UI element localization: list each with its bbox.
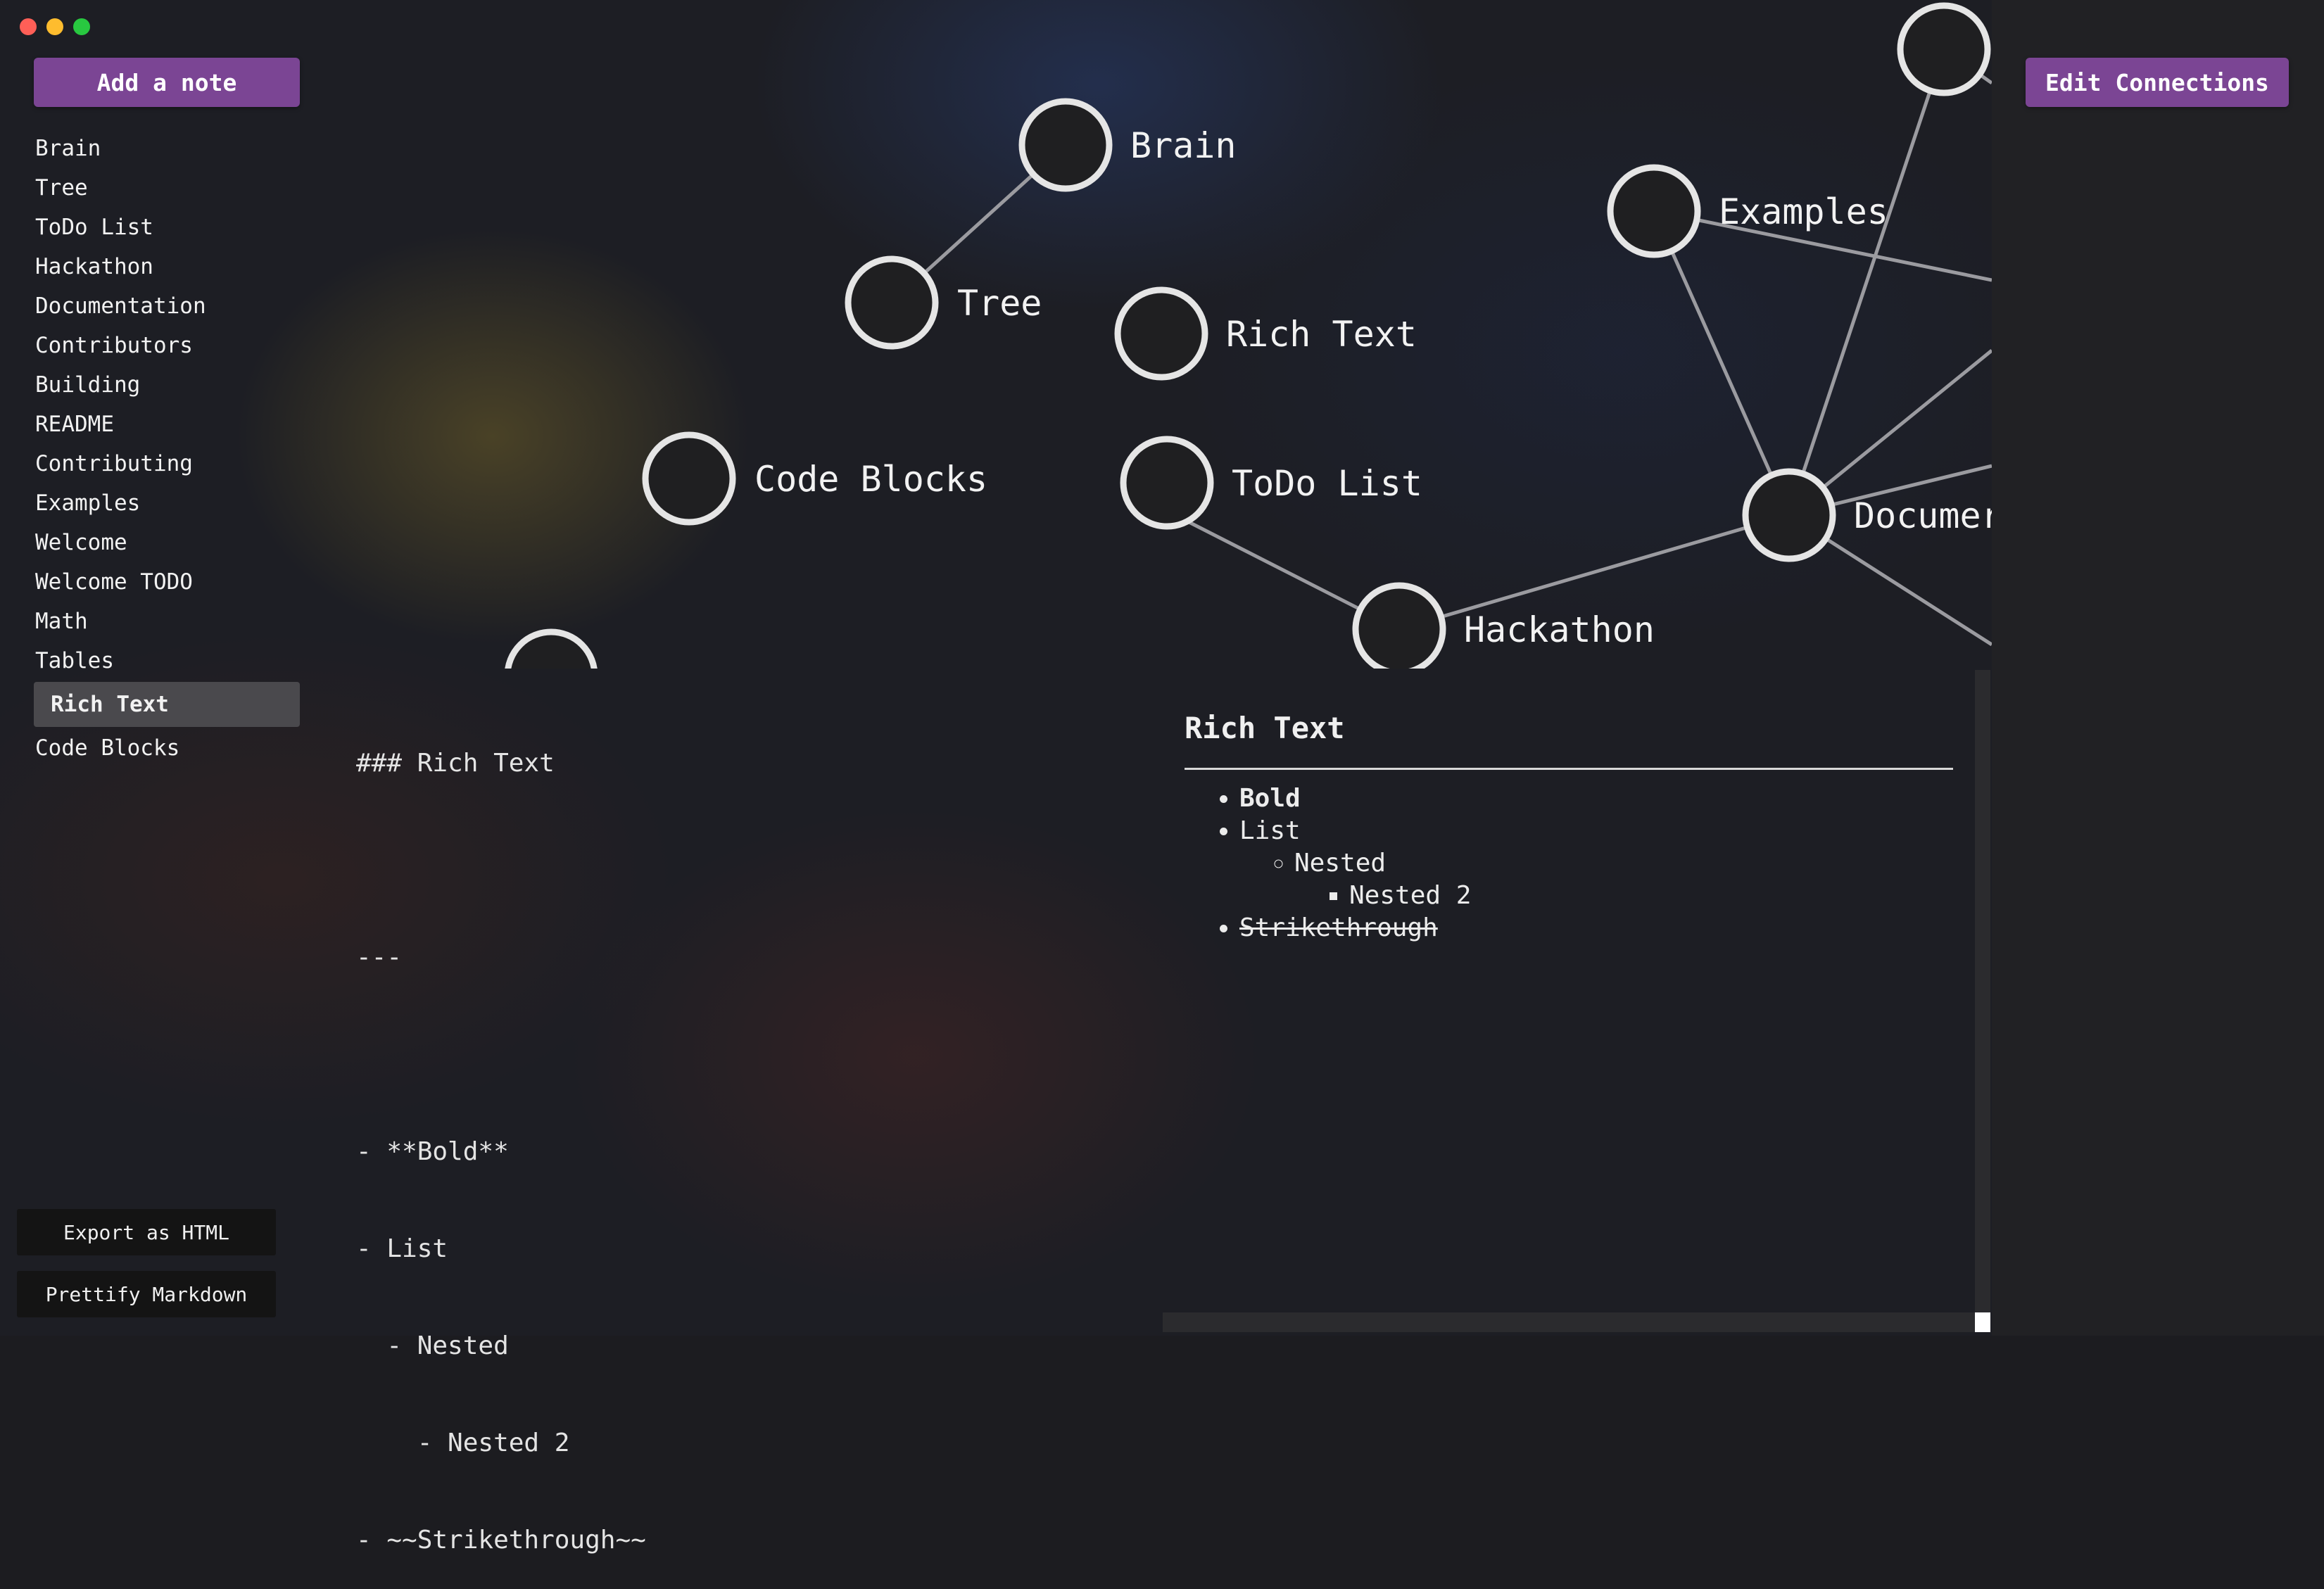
preview-item-nested-2: Nested 2 <box>1349 880 1953 912</box>
graph-label-brain: Brain <box>1130 125 1237 166</box>
graph-node-hackathon[interactable] <box>1352 582 1446 669</box>
preview-nested2-text: Nested 2 <box>1349 881 1472 910</box>
note-list: Brain Tree ToDo List Hackathon Documenta… <box>34 129 300 768</box>
sidebar-item-welcome[interactable]: Welcome <box>34 523 300 562</box>
add-note-button[interactable]: Add a note <box>34 58 300 107</box>
graph-node-rich-text[interactable] <box>1114 286 1208 381</box>
preview-item-list: List Nested Nested 2 <box>1239 815 1953 912</box>
graph-node-documentation[interactable] <box>1742 468 1836 562</box>
markdown-preview: Rich Text Bold List Nested Nested 2 Stri… <box>1185 711 1953 944</box>
preview-nested-text: Nested <box>1294 849 1387 878</box>
right-panel-background <box>1992 0 2324 1336</box>
sidebar-item-readme[interactable]: README <box>34 405 300 444</box>
sidebar-item-math[interactable]: Math <box>34 602 300 641</box>
editor-line: - Nested <box>356 1331 509 1360</box>
sidebar-item-code-blocks[interactable]: Code Blocks <box>34 728 300 768</box>
graph-label-examples: Examples <box>1719 191 1888 232</box>
editor-line: ### Rich Text <box>356 749 555 778</box>
preview-nested-list: Nested Nested 2 <box>1239 847 1953 912</box>
graph-node-code-blocks[interactable] <box>642 431 736 526</box>
preview-bold-text: Bold <box>1239 784 1301 813</box>
minimize-window-button[interactable] <box>46 18 63 35</box>
preview-strike-text: Strikethrough <box>1239 913 1438 942</box>
export-html-button[interactable]: Export as HTML <box>17 1209 276 1255</box>
edge-top-documentation <box>1787 49 1946 516</box>
sidebar-item-contributing[interactable]: Contributing <box>34 444 300 483</box>
prettify-markdown-button[interactable]: Prettify Markdown <box>17 1271 276 1317</box>
graph-node-tree[interactable] <box>845 255 939 350</box>
preview-divider <box>1185 768 1953 770</box>
edge-examples-documentation <box>1652 210 1791 517</box>
graph-label-rich-text: Rich Text <box>1226 314 1417 355</box>
preview-item-bold: Bold <box>1239 783 1953 815</box>
preview-heading: Rich Text <box>1185 711 1345 745</box>
graph-node-brain[interactable] <box>1018 98 1113 192</box>
graph-node-examples[interactable] <box>1607 164 1701 258</box>
sidebar-item-tables[interactable]: Tables <box>34 641 300 680</box>
graph-label-tree: Tree <box>957 283 1042 324</box>
editor-line: --- <box>356 943 403 972</box>
markdown-editor[interactable]: ### Rich Text --- - **Bold** - List - Ne… <box>356 683 1130 1589</box>
graph-label-code-blocks: Code Blocks <box>754 459 987 500</box>
sidebar-item-brain[interactable]: Brain <box>34 129 300 168</box>
graph-label-documentation: Documer <box>1854 495 1992 536</box>
window-controls <box>20 18 90 35</box>
sidebar-item-rich-text[interactable]: Rich Text <box>34 682 300 727</box>
graph-node-partial-bottom[interactable] <box>505 628 598 669</box>
editor-line: - **Bold** <box>356 1137 509 1166</box>
sidebar-item-todo-list[interactable]: ToDo List <box>34 208 300 247</box>
close-window-button[interactable] <box>20 18 37 35</box>
preview-item-strike: Strikethrough <box>1239 912 1953 944</box>
note-graph[interactable]: Brain Tree Rich Text Code Blocks ToDo Li… <box>300 0 1992 669</box>
sidebar-item-welcome-todo[interactable]: Welcome TODO <box>34 562 300 602</box>
preview-list-text: List <box>1239 816 1301 845</box>
preview-list: Bold List Nested Nested 2 Strikethrough <box>1185 783 1953 944</box>
scrollbar-corner <box>1975 1312 1990 1332</box>
sidebar-item-tree[interactable]: Tree <box>34 168 300 208</box>
graph-node-todo-list[interactable] <box>1120 436 1214 530</box>
preview-horizontal-scrollbar[interactable] <box>1163 1312 1979 1332</box>
preview-item-nested: Nested Nested 2 <box>1294 847 1953 912</box>
graph-label-todo-list: ToDo List <box>1232 463 1422 504</box>
edit-connections-button[interactable]: Edit Connections <box>2026 58 2289 107</box>
preview-vertical-scrollbar[interactable] <box>1975 670 1990 1331</box>
sidebar-item-hackathon[interactable]: Hackathon <box>34 247 300 286</box>
editor-line: - Nested 2 <box>356 1429 570 1457</box>
sidebar-item-documentation[interactable]: Documentation <box>34 286 300 326</box>
zoom-window-button[interactable] <box>73 18 90 35</box>
editor-line: - List <box>356 1234 448 1263</box>
sidebar-item-contributors[interactable]: Contributors <box>34 326 300 365</box>
sidebar-item-examples[interactable]: Examples <box>34 483 300 523</box>
graph-label-hackathon: Hackathon <box>1464 609 1655 650</box>
sidebar-item-building[interactable]: Building <box>34 365 300 405</box>
preview-nested2-list: Nested 2 <box>1294 880 1953 912</box>
editor-line: - ~~Strikethrough~~ <box>356 1526 646 1555</box>
graph-node-top-offscreen[interactable] <box>1897 2 1991 96</box>
